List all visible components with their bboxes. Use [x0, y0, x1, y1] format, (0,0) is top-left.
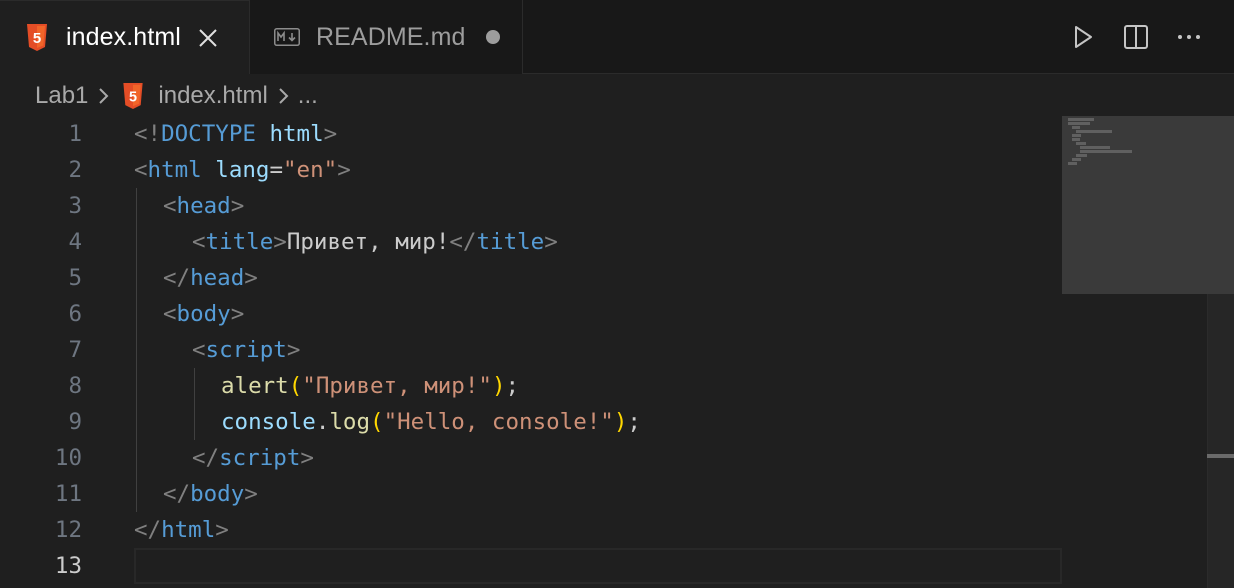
line-number: 1 — [68, 121, 82, 147]
tab-index-html[interactable]: 5 index.html — [0, 0, 250, 74]
code-text: console.log("Hello, console!"); — [221, 409, 641, 435]
code-text: <title>Привет, мир!</title> — [192, 229, 558, 255]
code-text: </html> — [134, 517, 229, 543]
code-line[interactable]: 9 console.log("Hello, console!"); — [0, 404, 1062, 440]
breadcrumb: Lab1 5 index.html ... — [0, 74, 1234, 118]
line-number: 10 — [54, 445, 82, 471]
line-number: 8 — [68, 373, 82, 399]
line-number: 3 — [68, 193, 82, 219]
scrollbar-thumb[interactable] — [1207, 116, 1234, 294]
tab-label: README.md — [316, 22, 466, 51]
chevron-right-icon — [279, 88, 289, 104]
code-line[interactable]: 13 — [0, 548, 1062, 584]
chevron-right-icon — [99, 88, 109, 104]
more-actions-icon[interactable] — [1176, 24, 1202, 50]
line-number: 4 — [68, 229, 82, 255]
code-line[interactable]: 5 </head> — [0, 260, 1062, 296]
code-line[interactable]: 1 <!DOCTYPE html> — [0, 116, 1062, 152]
markdown-icon — [274, 28, 300, 46]
line-number: 11 — [54, 481, 82, 507]
line-number: 12 — [54, 517, 82, 543]
code-line[interactable]: 8 alert("Привет, мир!"); — [0, 368, 1062, 404]
code-line[interactable]: 3 <head> — [0, 188, 1062, 224]
code-text: <script> — [192, 337, 301, 363]
run-icon[interactable] — [1070, 24, 1096, 50]
line-number: 2 — [68, 157, 82, 183]
code-text: </head> — [163, 265, 258, 291]
breadcrumb-file[interactable]: index.html — [158, 82, 267, 110]
code-line[interactable]: 10 </script> — [0, 440, 1062, 476]
scrollbar-cursor-marker — [1207, 454, 1234, 458]
line-number: 9 — [68, 409, 82, 435]
minimap[interactable] — [1062, 116, 1207, 294]
code-text: <!DOCTYPE html> — [134, 121, 338, 147]
code-line[interactable]: 12 </html> — [0, 512, 1062, 548]
split-editor-icon[interactable] — [1123, 24, 1149, 50]
code-editor[interactable]: 1 <!DOCTYPE html> 2 <html lang="en"> 3 <… — [0, 116, 1234, 588]
code-text: </script> — [192, 445, 314, 471]
code-line[interactable]: 7 <script> — [0, 332, 1062, 368]
code-text: alert("Привет, мир!"); — [221, 373, 520, 399]
line-number: 5 — [68, 265, 82, 291]
code-line[interactable]: 4 <title>Привет, мир!</title> — [0, 224, 1062, 260]
tab-readme-md[interactable]: README.md — [250, 0, 523, 74]
code-text: <body> — [163, 301, 245, 327]
close-icon[interactable] — [197, 27, 219, 49]
html5-icon: 5 — [27, 24, 47, 51]
html5-icon: 5 — [123, 83, 144, 109]
svg-text:5: 5 — [129, 89, 137, 105]
code-text: <html lang="en"> — [134, 157, 351, 183]
code-text: </body> — [163, 481, 258, 507]
tab-bar: 5 index.html README.md — [0, 0, 1234, 74]
code-text: <head> — [163, 193, 245, 219]
tab-label: index.html — [66, 23, 181, 51]
code-line[interactable]: 6 <body> — [0, 296, 1062, 332]
svg-text:5: 5 — [33, 30, 41, 47]
unsaved-dot-icon[interactable] — [485, 30, 500, 44]
breadcrumb-folder[interactable]: Lab1 — [35, 82, 88, 110]
line-number: 6 — [68, 301, 82, 327]
code-line[interactable]: 11 </body> — [0, 476, 1062, 512]
breadcrumb-symbol[interactable]: ... — [298, 82, 318, 110]
line-number: 7 — [68, 337, 82, 363]
code-line[interactable]: 2 <html lang="en"> — [0, 152, 1062, 188]
line-number: 13 — [54, 553, 82, 579]
